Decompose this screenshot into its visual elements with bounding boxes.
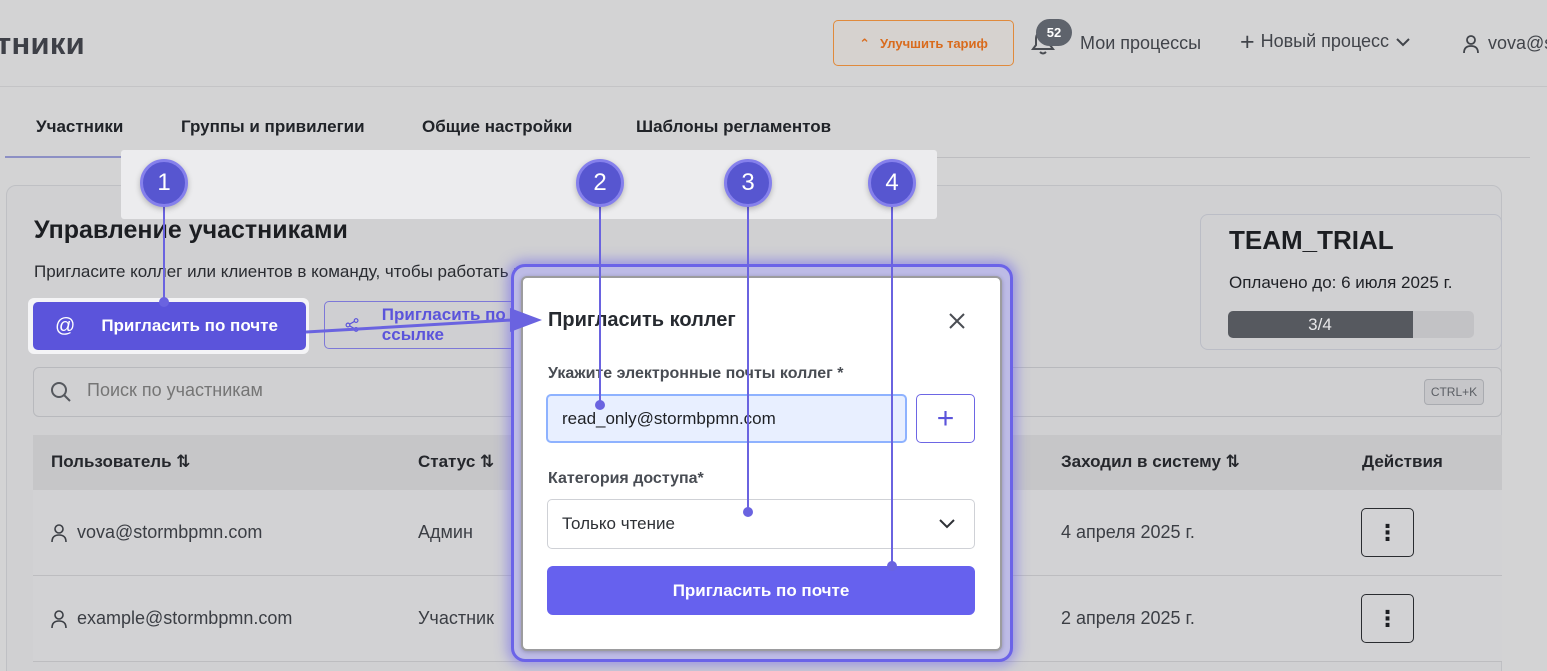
- step-marker-4: 4: [868, 159, 916, 207]
- dialog-title: Пригласить коллег: [548, 309, 736, 331]
- upgrade-plan-button[interactable]: ⌃ Улучшить тариф: [833, 20, 1014, 66]
- new-process-label: Новый процесс: [1260, 31, 1390, 51]
- seats-progress-bar: 3/4: [1228, 311, 1474, 338]
- step-2-anchor-dot: [595, 400, 605, 410]
- invite-by-email-label: Пригласить по почте: [101, 316, 278, 335]
- search-shortcut-badge: CTRL+K: [1424, 379, 1484, 405]
- step-3-anchor-dot: [743, 507, 753, 517]
- step-marker-1: 1: [140, 159, 188, 207]
- double-chevron-up-icon: ⌃: [859, 35, 871, 51]
- my-processes-link[interactable]: Мои процессы: [1080, 33, 1201, 54]
- row-actions-button[interactable]: ⋮: [1361, 508, 1414, 557]
- row-last-login: 4 апреля 2025 г.: [1061, 522, 1195, 542]
- row-status: Участник: [418, 608, 494, 628]
- row-user-email: vova@stormbpmn.com: [77, 522, 263, 542]
- plan-name: TEAM_TRIAL: [1229, 225, 1394, 255]
- access-category-label: Категория доступа*: [548, 470, 704, 487]
- section-description: Пригласите коллег или клиентов в команду…: [34, 262, 516, 281]
- row-actions-button[interactable]: ⋮: [1361, 594, 1414, 643]
- chevron-down-icon: [939, 519, 955, 529]
- section-title: Управление участниками: [34, 216, 348, 244]
- row-user-email: example@stormbpmn.com: [77, 608, 293, 628]
- step-marker-3: 3: [724, 159, 772, 207]
- invite-by-link-button[interactable]: Пригласить по ссылке: [324, 301, 524, 349]
- close-icon[interactable]: [945, 309, 969, 333]
- step-4-anchor-dot: [887, 561, 897, 571]
- email-field-label: Укажите электронные почты коллег *: [548, 365, 844, 382]
- plus-icon: +: [936, 401, 955, 435]
- user-icon: [51, 610, 67, 629]
- access-category-value: Только чтение: [562, 514, 675, 533]
- user-email: vova@s: [1488, 33, 1547, 53]
- invite-by-link-label: Пригласить по ссылке: [381, 305, 506, 344]
- seats-progress-label: 3/4: [1308, 314, 1332, 334]
- plan-paid-until: Оплачено до: 6 июля 2025 г.: [1229, 273, 1453, 292]
- column-user[interactable]: Пользователь ⇅: [51, 452, 191, 472]
- user-icon: [51, 524, 67, 543]
- column-last-login[interactable]: Заходил в систему ⇅: [1061, 452, 1240, 472]
- tab-general-settings[interactable]: Общие настройки: [422, 117, 572, 137]
- user-menu[interactable]: vova@s: [1462, 33, 1547, 54]
- step-marker-2: 2: [576, 159, 624, 207]
- step-1-anchor-dot: [159, 297, 169, 307]
- column-actions: Действия: [1362, 452, 1443, 471]
- search-icon: [51, 382, 71, 402]
- plus-icon: +: [1240, 27, 1255, 56]
- row-status: Админ: [418, 522, 473, 542]
- submit-invite-button[interactable]: Пригласить по почте: [547, 566, 975, 615]
- user-icon: [1463, 34, 1479, 53]
- row-last-login: 2 апреля 2025 г.: [1061, 608, 1195, 628]
- tab-participants[interactable]: Участники: [36, 117, 123, 137]
- share-icon: [345, 318, 359, 332]
- tab-groups-privileges[interactable]: Группы и привилегии: [181, 117, 365, 137]
- add-email-button[interactable]: +: [916, 394, 975, 443]
- new-process-button[interactable]: + Новый процесс: [1240, 27, 1411, 56]
- header-divider: [0, 86, 1547, 87]
- notifications-badge: 52: [1036, 19, 1072, 46]
- tab-regulation-templates[interactable]: Шаблоны регламентов: [636, 117, 831, 137]
- invite-by-email-button[interactable]: @ Пригласить по почте: [33, 302, 306, 350]
- upgrade-plan-label: Улучшить тариф: [880, 35, 988, 51]
- step-highlight-strip: [121, 150, 937, 219]
- column-status[interactable]: Статус ⇅: [418, 452, 494, 472]
- search-input[interactable]: [87, 380, 387, 401]
- at-icon: @: [55, 314, 76, 337]
- chevron-down-icon: [1396, 37, 1410, 46]
- access-category-select[interactable]: Только чтение: [547, 499, 975, 549]
- page-title: тники: [0, 26, 86, 61]
